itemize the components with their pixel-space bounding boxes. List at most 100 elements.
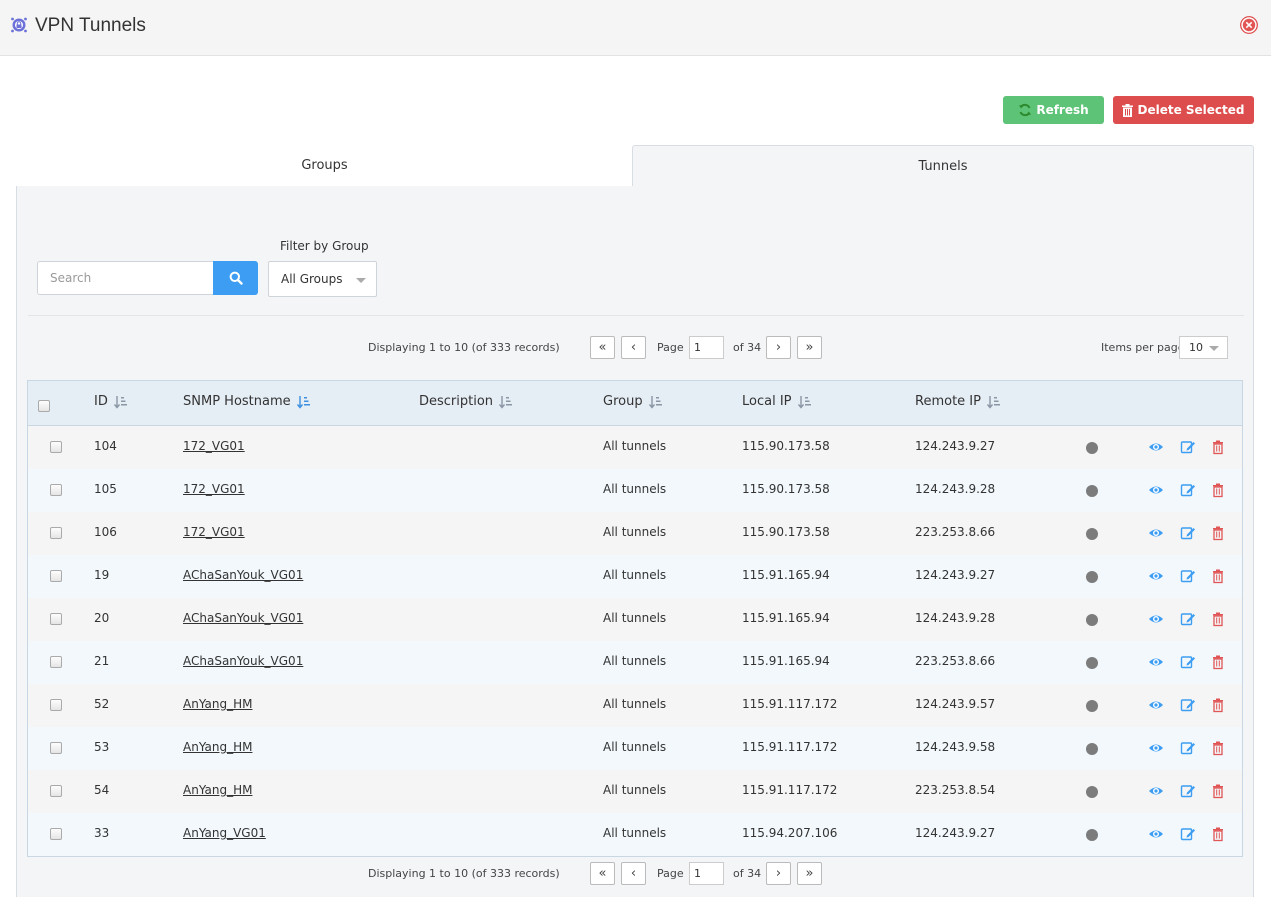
- cell-snmp-hostname[interactable]: 172_VG01: [183, 439, 245, 453]
- trash-icon[interactable]: [1210, 482, 1226, 498]
- cell-snmp-hostname[interactable]: 172_VG01: [183, 525, 245, 539]
- edit-icon[interactable]: [1180, 697, 1196, 713]
- table-row[interactable]: 20 AChaSanYouk_VG01 All tunnels 115.91.165.…: [28, 598, 1242, 641]
- trash-icon[interactable]: [1210, 525, 1226, 541]
- cell-remote-ip: 124.243.9.58: [915, 740, 996, 754]
- trash-icon[interactable]: [1210, 783, 1226, 799]
- chevron-down-icon: [1209, 346, 1219, 351]
- row-checkbox[interactable]: [50, 441, 62, 453]
- row-checkbox[interactable]: [50, 484, 62, 496]
- tab-tunnels[interactable]: Tunnels: [632, 145, 1254, 187]
- cell-snmp-hostname[interactable]: AnYang_HM: [183, 740, 252, 754]
- trash-icon[interactable]: [1210, 568, 1226, 584]
- row-checkbox[interactable]: [50, 613, 62, 625]
- trash-icon[interactable]: [1210, 740, 1226, 756]
- status-indicator: [1086, 485, 1098, 497]
- view-icon[interactable]: [1148, 439, 1164, 455]
- cell-snmp-hostname[interactable]: AChaSanYouk_VG01: [183, 654, 303, 668]
- edit-icon[interactable]: [1180, 654, 1196, 670]
- trash-icon: [1122, 103, 1134, 117]
- cell-snmp-hostname[interactable]: AChaSanYouk_VG01: [183, 611, 303, 625]
- cell-snmp-hostname[interactable]: AnYang_HM: [183, 783, 252, 797]
- table-row[interactable]: 105 172_VG01 All tunnels 115.90.173.58 124.2…: [28, 469, 1242, 512]
- row-checkbox[interactable]: [50, 699, 62, 711]
- filter-by-group-label: Filter by Group: [280, 239, 369, 253]
- delete-selected-button[interactable]: Delete Selected: [1113, 96, 1254, 124]
- cell-snmp-hostname[interactable]: AChaSanYouk_VG01: [183, 568, 303, 582]
- column-header-id[interactable]: ID: [94, 394, 128, 409]
- close-icon[interactable]: [1240, 16, 1258, 34]
- last-page-button[interactable]: »: [797, 336, 822, 359]
- edit-icon[interactable]: [1180, 439, 1196, 455]
- next-page-button[interactable]: ›: [766, 336, 791, 359]
- row-checkbox[interactable]: [50, 828, 62, 840]
- cell-group: All tunnels: [603, 697, 667, 711]
- cell-group: All tunnels: [603, 783, 667, 797]
- edit-icon[interactable]: [1180, 611, 1196, 627]
- displaying-records-top: Displaying 1 to 10 (of 333 records): [368, 341, 560, 354]
- table-row[interactable]: 54 AnYang_HM All tunnels 115.91.117.172 223.…: [28, 770, 1242, 813]
- edit-icon[interactable]: [1180, 568, 1196, 584]
- view-icon[interactable]: [1148, 525, 1164, 541]
- trash-icon[interactable]: [1210, 697, 1226, 713]
- page-number-input-bottom[interactable]: 1: [689, 862, 724, 885]
- search-input[interactable]: [37, 261, 214, 295]
- column-header-local-ip[interactable]: Local IP: [742, 394, 812, 409]
- row-checkbox[interactable]: [50, 742, 62, 754]
- column-header-group[interactable]: Group: [603, 394, 663, 409]
- table-row[interactable]: 33 AnYang_VG01 All tunnels 115.94.207.106 12…: [28, 813, 1242, 856]
- cell-snmp-hostname[interactable]: AnYang_VG01: [183, 826, 266, 840]
- page-count-bottom: of 34: [733, 867, 762, 880]
- view-icon[interactable]: [1148, 611, 1164, 627]
- page-label-bottom: Page: [657, 867, 684, 880]
- column-header-remote-ip[interactable]: Remote IP: [915, 394, 1001, 409]
- last-page-button-bottom[interactable]: »: [797, 862, 822, 885]
- edit-icon[interactable]: [1180, 740, 1196, 756]
- cell-snmp-hostname[interactable]: AnYang_HM: [183, 697, 252, 711]
- edit-icon[interactable]: [1180, 525, 1196, 541]
- table-row[interactable]: 21 AChaSanYouk_VG01 All tunnels 115.91.165.…: [28, 641, 1242, 684]
- view-icon[interactable]: [1148, 654, 1164, 670]
- table-row[interactable]: 106 172_VG01 All tunnels 115.90.173.58 223.2…: [28, 512, 1242, 555]
- trash-icon[interactable]: [1210, 439, 1226, 455]
- view-icon[interactable]: [1148, 568, 1164, 584]
- trash-icon[interactable]: [1210, 654, 1226, 670]
- prev-page-button-bottom[interactable]: ‹: [621, 862, 646, 885]
- tab-groups[interactable]: Groups: [16, 145, 633, 187]
- items-per-page-select[interactable]: 10: [1179, 336, 1228, 359]
- prev-page-button[interactable]: ‹: [621, 336, 646, 359]
- table-row[interactable]: 19 AChaSanYouk_VG01 All tunnels 115.91.165.…: [28, 555, 1242, 598]
- search-button[interactable]: [213, 261, 258, 295]
- row-checkbox[interactable]: [50, 785, 62, 797]
- view-icon[interactable]: [1148, 482, 1164, 498]
- view-icon[interactable]: [1148, 783, 1164, 799]
- view-icon[interactable]: [1148, 826, 1164, 842]
- cell-snmp-hostname[interactable]: 172_VG01: [183, 482, 245, 496]
- view-icon[interactable]: [1148, 740, 1164, 756]
- status-indicator: [1086, 743, 1098, 755]
- table-row[interactable]: 53 AnYang_HM All tunnels 115.91.117.172 124.…: [28, 727, 1242, 770]
- table-row[interactable]: 104 172_VG01 All tunnels 115.90.173.58 124.2…: [28, 426, 1242, 469]
- first-page-button[interactable]: «: [590, 336, 615, 359]
- row-checkbox[interactable]: [50, 656, 62, 668]
- page-number-input-top[interactable]: 1: [689, 336, 724, 359]
- trash-icon[interactable]: [1210, 611, 1226, 627]
- column-header-description[interactable]: Description: [419, 394, 513, 409]
- refresh-button[interactable]: Refresh: [1003, 96, 1104, 124]
- trash-icon[interactable]: [1210, 826, 1226, 842]
- table-row[interactable]: 52 AnYang_HM All tunnels 115.91.117.172 124.…: [28, 684, 1242, 727]
- items-per-page-value: 10: [1189, 341, 1203, 354]
- group-filter-select[interactable]: All Groups: [268, 261, 377, 297]
- cell-id: 52: [94, 697, 110, 711]
- next-page-button-bottom[interactable]: ›: [766, 862, 791, 885]
- edit-icon[interactable]: [1180, 783, 1196, 799]
- column-header-snmp-hostname[interactable]: SNMP Hostname: [183, 394, 311, 409]
- select-all-checkbox[interactable]: [38, 400, 50, 412]
- edit-icon[interactable]: [1180, 826, 1196, 842]
- first-page-button-bottom[interactable]: «: [590, 862, 615, 885]
- row-checkbox[interactable]: [50, 527, 62, 539]
- view-icon[interactable]: [1148, 697, 1164, 713]
- row-checkbox[interactable]: [50, 570, 62, 582]
- edit-icon[interactable]: [1180, 482, 1196, 498]
- status-indicator: [1086, 657, 1098, 669]
